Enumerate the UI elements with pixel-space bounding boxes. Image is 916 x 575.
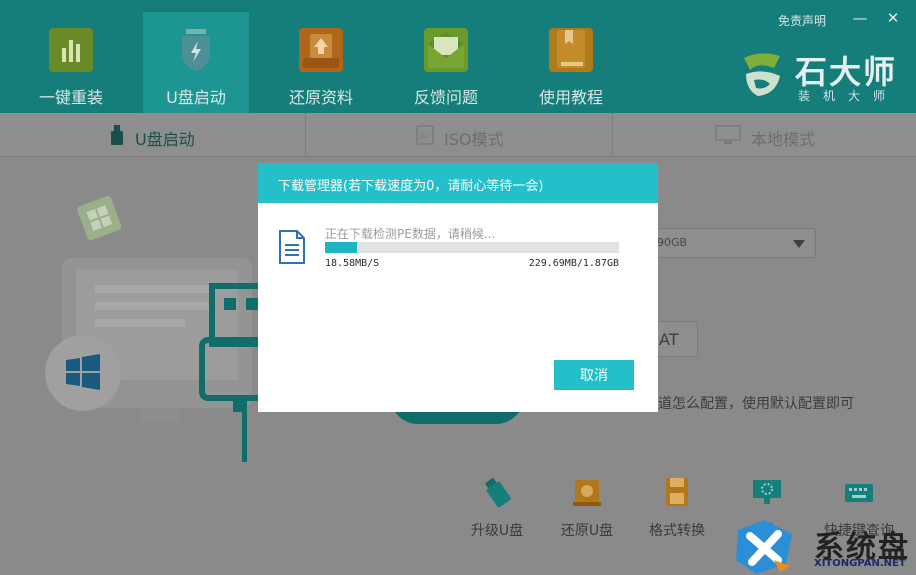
document-icon (279, 230, 305, 264)
tab-label: 本地模式 (751, 130, 816, 149)
tool-label: 升级U盘 (470, 523, 524, 539)
usb-icon (111, 125, 123, 145)
download-speed: 18.58MB/S (325, 258, 380, 269)
download-status-text: 正在下载检测PE数据，请稍候... (325, 227, 496, 241)
nav-usb-boot[interactable]: U盘启动 (143, 12, 249, 113)
keyboard-icon (845, 484, 873, 502)
usb-shield-icon (174, 28, 218, 72)
tool-label: 格式转换 (649, 523, 705, 539)
nav-label: 反馈问题 (413, 88, 478, 107)
svg-text:ISO: ISO (419, 134, 430, 141)
tab-local-mode[interactable]: 本地模式 (613, 113, 916, 157)
mode-tab-bar: U盘启动 ISO ISO模式 本地模式 (0, 113, 916, 157)
disclaimer-link[interactable]: 免责声明 (778, 12, 826, 29)
book-icon (549, 28, 593, 72)
watermark-url: XITONGPAN.NET (814, 558, 906, 569)
disk-select-value: 90GB (657, 236, 688, 249)
close-window-button[interactable]: ✕ (885, 9, 901, 27)
app-header: 一键重装 U盘启动 还原资料 反馈问题 使用教程 免责声明 — ✕ 石大师 装机… (0, 0, 916, 113)
tab-label: U盘启动 (135, 130, 195, 149)
brand-logo: 石大师 装机大师 (740, 47, 900, 107)
usb-restore-icon (573, 480, 601, 506)
download-size: 229.69MB/1.87GB (528, 258, 619, 269)
monitor-icon (715, 125, 741, 144)
tab-usb-boot[interactable]: U盘启动 (0, 113, 305, 157)
chevron-down-icon (793, 240, 805, 248)
nav-one-click-reinstall[interactable]: 一键重装 (18, 12, 124, 113)
dialog-title: 下载管理器(若下载速度为0，请耐心等待一会) (278, 179, 544, 194)
iso-icon: ISO (416, 125, 434, 145)
nav-label: 使用教程 (538, 88, 603, 107)
simulator-icon (753, 480, 781, 504)
bar-chart-icon (49, 28, 93, 72)
tab-label: ISO模式 (444, 130, 504, 149)
download-manager-dialog: 下载管理器(若下载速度为0，请耐心等待一会) 正在下载检测PE数据，请稍候...… (258, 163, 658, 412)
nav-tutorial[interactable]: 使用教程 (518, 12, 624, 113)
dialog-header: 下载管理器(若下载速度为0，请耐心等待一会) (258, 163, 658, 203)
progress-fill (325, 242, 358, 253)
cancel-button[interactable]: 取消 (554, 360, 634, 390)
nav-feedback[interactable]: 反馈问题 (393, 12, 499, 113)
download-progress-bar (325, 242, 619, 253)
nav-restore-data[interactable]: 还原资料 (268, 12, 374, 113)
nav-label: 还原资料 (288, 88, 353, 107)
site-watermark: 系统盘 XITONGPAN.NET (734, 514, 914, 574)
tool-label: 还原U盘 (560, 523, 614, 539)
tool-upgrade-usb[interactable]: 升级U盘 (462, 470, 532, 550)
usb-upgrade-icon (484, 477, 511, 508)
mail-icon (424, 28, 468, 72)
nav-label: 一键重装 (38, 88, 103, 107)
restore-icon (299, 28, 343, 72)
disk-select[interactable]: 90GB (640, 228, 816, 258)
logo-subtitle: 装机大师 (798, 89, 899, 103)
nav-label: U盘启动 (166, 88, 226, 107)
watermark-x-icon (736, 520, 792, 574)
config-hint: 道怎么配置，使用默认配置即可 (658, 396, 854, 412)
minimize-button[interactable]: — (852, 9, 868, 27)
tab-iso-mode[interactable]: ISO ISO模式 (306, 113, 612, 157)
tool-restore-usb[interactable]: 还原U盘 (552, 470, 622, 550)
tool-format-convert[interactable]: 格式转换 (642, 470, 712, 550)
floppy-icon (666, 478, 688, 506)
logo-mark-icon (744, 53, 780, 96)
format-select-value: AT (659, 330, 679, 349)
